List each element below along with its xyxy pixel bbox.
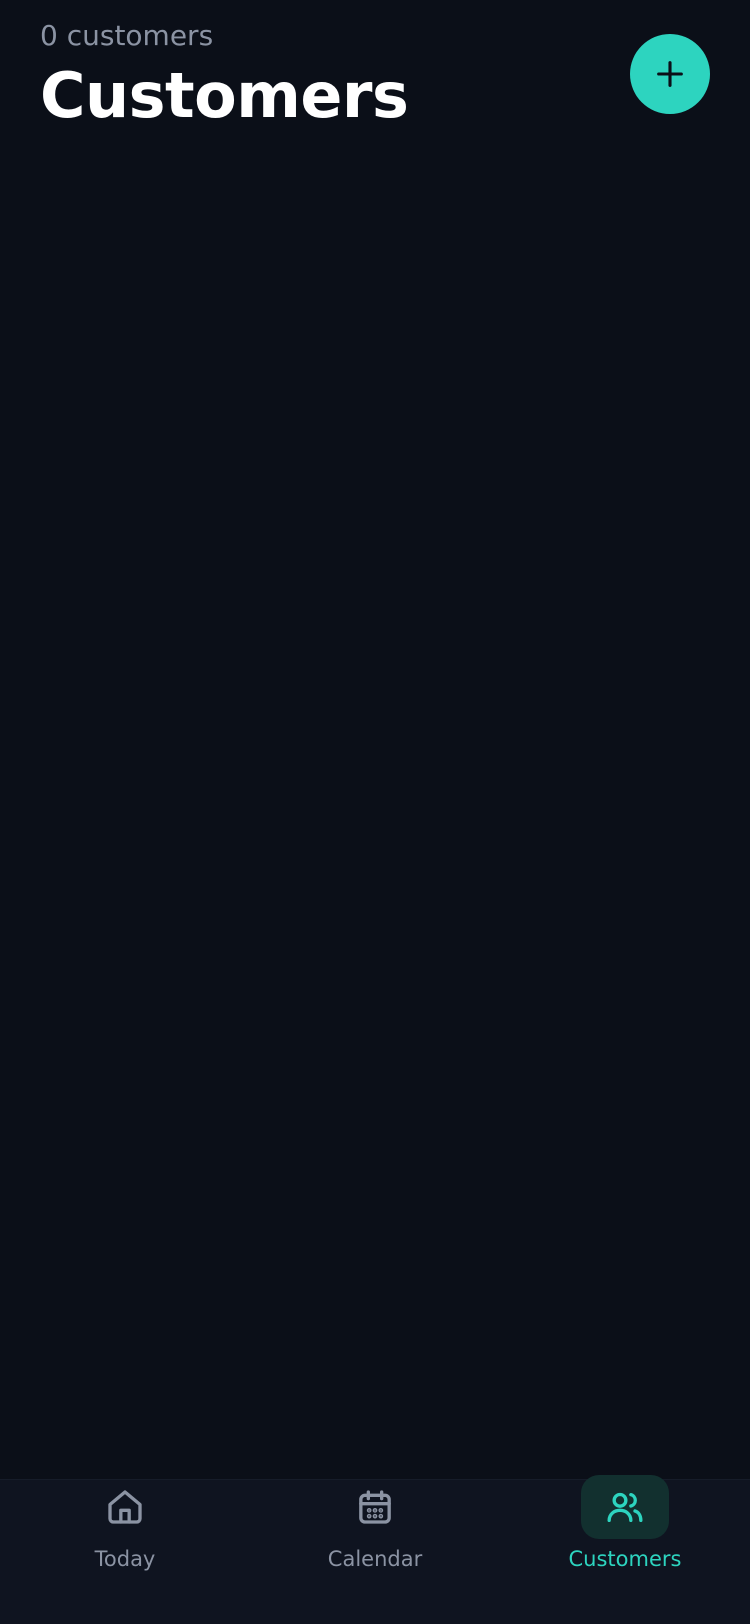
users-icon [607,1492,643,1522]
tab-calendar-label: Calendar [327,1547,423,1571]
bottom-tab-bar: Today Calendar Customers [0,1475,750,1624]
add-customer-button[interactable] [630,34,710,114]
page-header: 0 customers Customers [40,18,409,136]
page-title: Customers [40,59,409,132]
plus-icon [657,61,683,87]
tab-today-label: Today [94,1547,156,1571]
home-icon [108,1490,142,1524]
tab-customers-label: Customers [568,1547,682,1571]
calendar-icon [359,1490,391,1524]
tab-today-icon-wrap [81,1475,169,1539]
customer-count: 0 customers [40,19,214,52]
tab-calendar-icon-wrap [331,1475,419,1539]
tab-customers[interactable]: Customers [500,1475,750,1624]
tab-customers-icon-wrap [581,1475,669,1539]
customers-screen: 0 customers Customers Today Calendar Cus… [0,0,750,1624]
tab-today[interactable]: Today [0,1480,250,1624]
tab-calendar[interactable]: Calendar [250,1480,500,1624]
